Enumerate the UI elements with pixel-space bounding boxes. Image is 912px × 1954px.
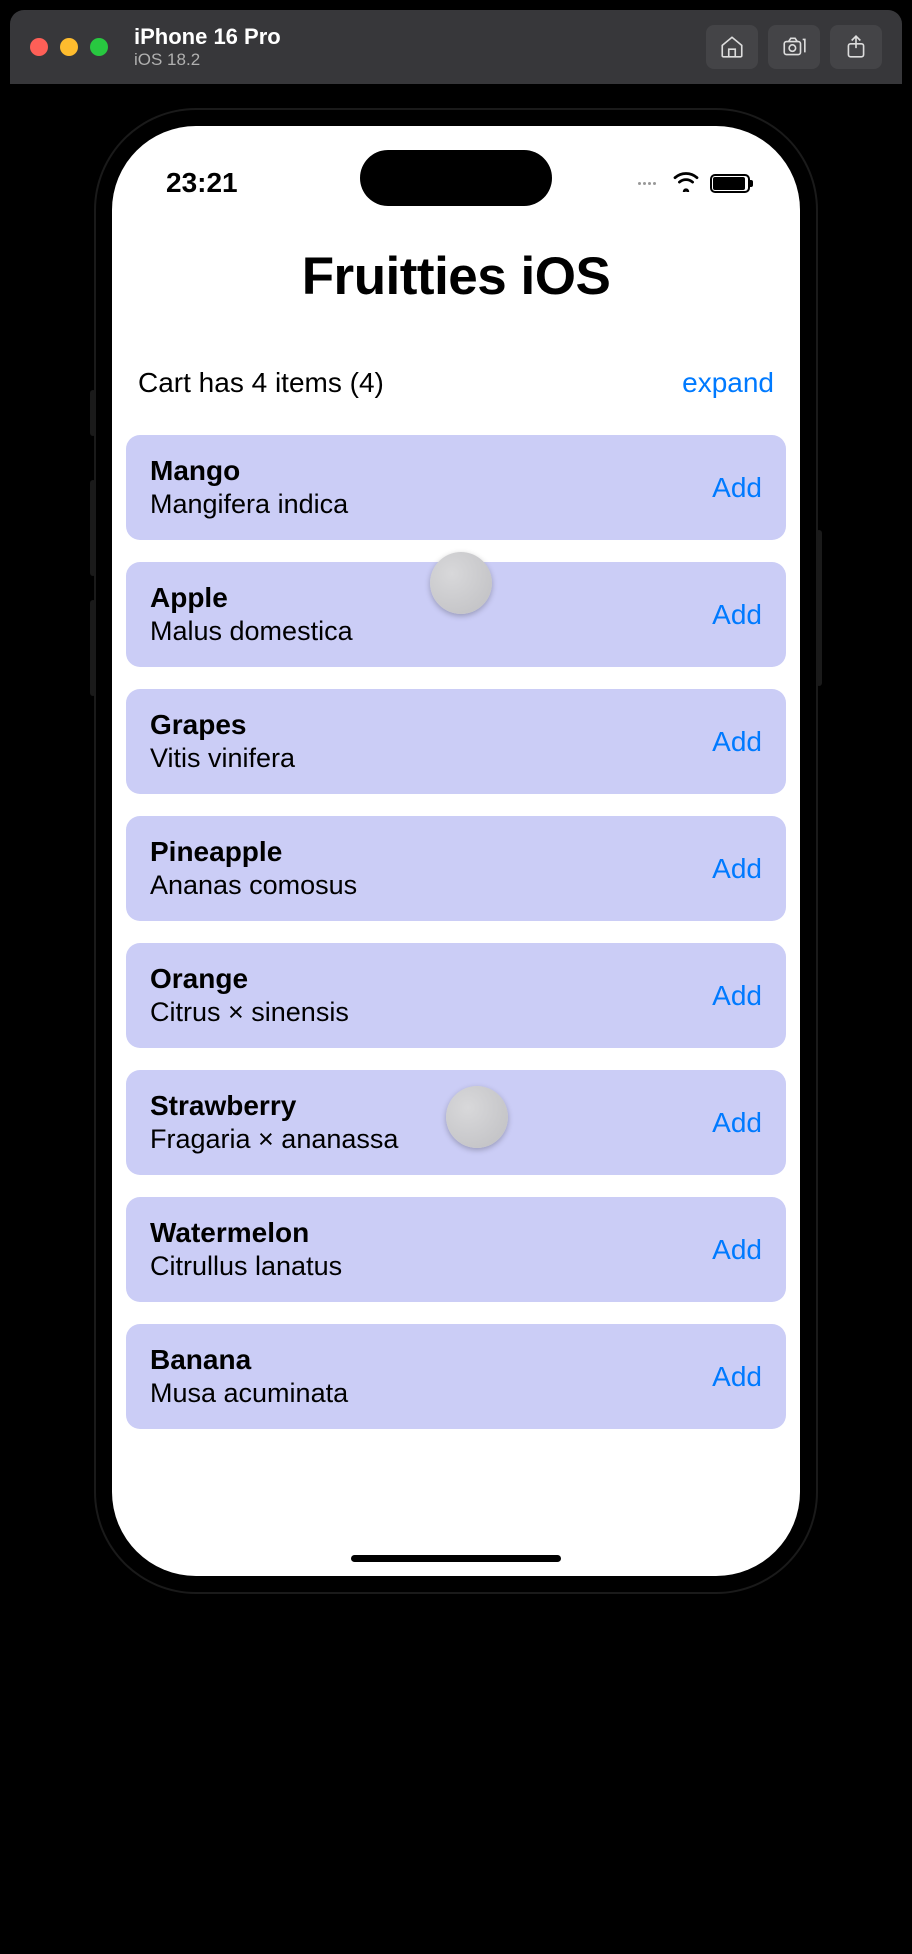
window-close-button[interactable] xyxy=(30,38,48,56)
fruit-latin: Citrus × sinensis xyxy=(150,997,349,1028)
cellular-icon xyxy=(638,182,656,185)
touch-indicator xyxy=(430,552,492,614)
volume-down-button[interactable] xyxy=(90,600,96,696)
fruit-name: Watermelon xyxy=(150,1217,342,1249)
fruit-name: Banana xyxy=(150,1344,348,1376)
fruit-name: Apple xyxy=(150,582,353,614)
fruit-latin: Ananas comosus xyxy=(150,870,357,901)
touch-indicator xyxy=(446,1086,508,1148)
mute-switch[interactable] xyxy=(90,390,96,436)
fruit-name: Orange xyxy=(150,963,349,995)
window-zoom-button[interactable] xyxy=(90,38,108,56)
fruit-latin: Malus domestica xyxy=(150,616,353,647)
dynamic-island[interactable] xyxy=(360,150,552,206)
cart-summary: Cart has 4 items (4) xyxy=(138,367,384,399)
window-minimize-button[interactable] xyxy=(60,38,78,56)
fruit-latin: Citrullus lanatus xyxy=(150,1251,342,1282)
status-time: 23:21 xyxy=(166,167,238,199)
list-item[interactable]: Banana Musa acuminata Add xyxy=(126,1324,786,1429)
add-button[interactable]: Add xyxy=(712,726,762,758)
wifi-icon xyxy=(672,170,700,197)
add-button[interactable]: Add xyxy=(712,1234,762,1266)
fruit-latin: Musa acuminata xyxy=(150,1378,348,1409)
add-button[interactable]: Add xyxy=(712,1361,762,1393)
phone-screen: 23:21 Fruitties iOS Cart has 4 items (4)… xyxy=(112,126,800,1576)
list-item[interactable]: Grapes Vitis vinifera Add xyxy=(126,689,786,794)
home-indicator[interactable] xyxy=(351,1555,561,1562)
add-button[interactable]: Add xyxy=(712,980,762,1012)
fruit-name: Grapes xyxy=(150,709,295,741)
list-item[interactable]: Orange Citrus × sinensis Add xyxy=(126,943,786,1048)
home-icon xyxy=(719,34,745,60)
fruit-name: Strawberry xyxy=(150,1090,398,1122)
fruit-latin: Vitis vinifera xyxy=(150,743,295,774)
list-item[interactable]: Pineapple Ananas comosus Add xyxy=(126,816,786,921)
share-button[interactable] xyxy=(830,25,882,69)
add-button[interactable]: Add xyxy=(712,1107,762,1139)
side-button[interactable] xyxy=(816,530,822,686)
camera-stack-icon xyxy=(781,34,807,60)
expand-button[interactable]: expand xyxy=(682,367,774,399)
phone-frame: 23:21 Fruitties iOS Cart has 4 items (4)… xyxy=(96,110,816,1592)
fruit-name: Pineapple xyxy=(150,836,357,868)
simulator-os-version: iOS 18.2 xyxy=(134,50,706,70)
simulator-titlebar: iPhone 16 Pro iOS 18.2 xyxy=(10,10,902,84)
battery-icon xyxy=(710,174,750,193)
simulator-device-name: iPhone 16 Pro xyxy=(134,24,706,50)
volume-up-button[interactable] xyxy=(90,480,96,576)
list-item[interactable]: Mango Mangifera indica Add xyxy=(126,435,786,540)
home-button[interactable] xyxy=(706,25,758,69)
share-icon xyxy=(843,34,869,60)
page-title: Fruitties iOS xyxy=(112,246,800,307)
screenshot-button[interactable] xyxy=(768,25,820,69)
fruit-latin: Mangifera indica xyxy=(150,489,348,520)
fruit-latin: Fragaria × ananassa xyxy=(150,1124,398,1155)
list-item[interactable]: Watermelon Citrullus lanatus Add xyxy=(126,1197,786,1302)
add-button[interactable]: Add xyxy=(712,472,762,504)
fruit-name: Mango xyxy=(150,455,348,487)
add-button[interactable]: Add xyxy=(712,853,762,885)
add-button[interactable]: Add xyxy=(712,599,762,631)
